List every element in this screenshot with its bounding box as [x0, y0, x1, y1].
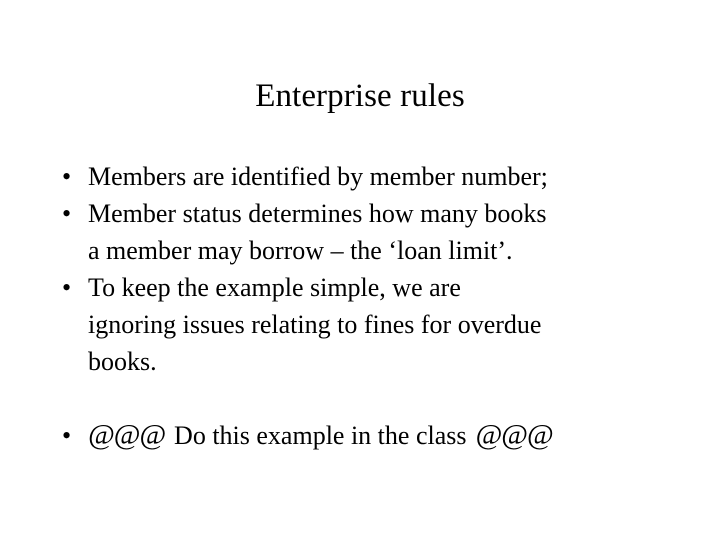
- list-item-text: Member status determines how many books: [88, 199, 547, 228]
- list-item: • Member status determines how many book…: [56, 195, 684, 269]
- symbol-prefix-icon: @@@: [88, 419, 166, 451]
- bullet-icon: •: [62, 273, 72, 302]
- bullet-icon: •: [62, 162, 72, 191]
- list-item-text: Members are identified by member number;: [88, 162, 548, 191]
- bullet-list: • Members are identified by member numbe…: [56, 158, 684, 454]
- list-item-text-continued: a member may borrow – the ‘loan limit’.: [88, 236, 513, 265]
- symbol-suffix-icon: @@@: [475, 419, 553, 451]
- list-item: • Members are identified by member numbe…: [56, 158, 684, 195]
- page-title: Enterprise rules: [255, 78, 465, 114]
- list-item-text: To keep the example simple, we are: [88, 273, 461, 302]
- list-item: • To keep the example simple, we are ign…: [56, 269, 684, 380]
- list-item-text: @@@ Do this example in the class @@@: [88, 417, 684, 454]
- list-item-text-continued: ignoring issues relating to fines for ov…: [88, 310, 542, 339]
- list-item-label: Do this example in the class: [174, 421, 467, 450]
- slide: Enterprise rules • Members are identifie…: [0, 0, 720, 540]
- list-item: • @@@ Do this example in the class @@@: [56, 417, 684, 454]
- bullet-icon: •: [62, 199, 72, 228]
- bullet-icon: •: [62, 421, 72, 450]
- list-item-text-continued: books.: [88, 347, 157, 376]
